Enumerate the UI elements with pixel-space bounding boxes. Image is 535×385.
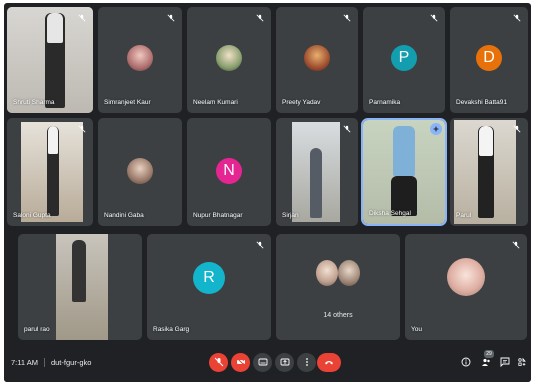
avatar bbox=[338, 260, 360, 286]
mic-off-icon bbox=[255, 240, 264, 249]
participant-tile-preety[interactable]: Preety Yadav bbox=[276, 7, 358, 113]
participant-tile-shruti[interactable]: Shruti Sharma bbox=[7, 7, 93, 113]
participant-tile-diksha[interactable]: Diksha Sehgal bbox=[361, 118, 447, 226]
participant-tile-parnamika[interactable]: P Parnamika bbox=[363, 7, 445, 113]
chat-icon[interactable] bbox=[499, 356, 511, 368]
participant-tile-nupur[interactable]: N Nupur Bhatnagar bbox=[187, 118, 271, 226]
participant-tile-parul[interactable]: Parul bbox=[450, 118, 528, 226]
participant-name: Simranjeet Kaur bbox=[104, 99, 151, 106]
end-call-icon bbox=[324, 354, 334, 372]
avatar: D bbox=[476, 45, 502, 71]
participant-video bbox=[56, 234, 108, 340]
present-icon bbox=[280, 354, 290, 372]
captions-icon bbox=[258, 354, 268, 372]
mic-off-icon bbox=[511, 240, 520, 249]
participant-name: Sirjan bbox=[282, 212, 299, 219]
avatar bbox=[316, 260, 338, 286]
more-options-icon bbox=[302, 354, 312, 372]
participant-name: Shruti Sharma bbox=[13, 99, 55, 106]
others-tile[interactable]: 14 others bbox=[276, 234, 400, 340]
mic-off-icon bbox=[342, 124, 351, 133]
info-icon[interactable] bbox=[460, 356, 472, 368]
participant-video bbox=[363, 120, 445, 224]
participant-name: Parul bbox=[456, 212, 472, 219]
meeting-code: dut-fgur-gko bbox=[50, 358, 92, 367]
participant-tile-parul-rao[interactable]: parul rao bbox=[18, 234, 142, 340]
captions-button[interactable] bbox=[253, 353, 272, 372]
participant-name: Parnamika bbox=[369, 99, 401, 106]
mic-off-icon bbox=[166, 13, 175, 22]
participant-name: Devakshi Batta91 bbox=[456, 99, 507, 106]
mic-off-icon bbox=[512, 13, 521, 22]
pin-icon[interactable] bbox=[430, 123, 442, 135]
participant-name: Nandini Gaba bbox=[104, 212, 144, 219]
participant-name: Rasika Garg bbox=[153, 326, 190, 333]
participant-video bbox=[454, 120, 516, 224]
avatar bbox=[127, 158, 153, 184]
avatar bbox=[127, 45, 153, 71]
bottom-bar: 7:11 AM dut-fgur-gko 29 bbox=[4, 346, 531, 382]
mic-off-icon bbox=[429, 13, 438, 22]
avatar: R bbox=[193, 262, 225, 294]
others-label: 14 others bbox=[323, 312, 353, 319]
meeting-info: 7:11 AM dut-fgur-gko bbox=[11, 358, 91, 367]
participant-name: Saloni Gupta bbox=[13, 212, 51, 219]
meeting-time: 7:11 AM bbox=[11, 358, 38, 367]
avatar: N bbox=[216, 158, 242, 184]
participant-tile-saloni[interactable]: Saloni Gupta bbox=[7, 118, 93, 226]
participant-tile-neelam[interactable]: Neelam Kumari bbox=[187, 7, 271, 113]
participant-tile-nandini[interactable]: Nandini Gaba bbox=[98, 118, 182, 226]
mic-off-icon bbox=[214, 354, 224, 372]
avatar bbox=[304, 45, 330, 71]
mic-off-icon bbox=[77, 124, 86, 133]
participant-name: You bbox=[411, 326, 422, 333]
more-options-button[interactable] bbox=[297, 353, 316, 372]
avatar bbox=[447, 258, 485, 296]
camera-toggle-button[interactable] bbox=[231, 353, 250, 372]
divider bbox=[43, 358, 45, 367]
participant-tile-sirjan[interactable]: Sirjan bbox=[276, 118, 358, 226]
participant-tile-rasika[interactable]: R Rasika Garg bbox=[147, 234, 271, 340]
avatar: P bbox=[391, 45, 417, 71]
meet-screen: Shruti Sharma Simranjeet Kaur Neelam Kum… bbox=[4, 3, 531, 382]
participant-name: Diksha Sehgal bbox=[369, 210, 411, 217]
participant-tile-devakshi[interactable]: D Devakshi Batta91 bbox=[450, 7, 528, 113]
end-call-button[interactable] bbox=[317, 353, 341, 372]
mic-toggle-button[interactable] bbox=[209, 353, 228, 372]
mic-off-icon bbox=[255, 13, 264, 22]
participant-tile-you[interactable]: You bbox=[405, 234, 527, 340]
mic-off-icon bbox=[342, 13, 351, 22]
participant-name: Preety Yadav bbox=[282, 99, 321, 106]
participant-video bbox=[292, 122, 340, 222]
participant-name: Neelam Kumari bbox=[193, 99, 238, 106]
present-button[interactable] bbox=[275, 353, 294, 372]
participant-video bbox=[7, 7, 93, 113]
participant-video bbox=[21, 122, 83, 222]
mic-off-icon bbox=[512, 124, 521, 133]
participant-name: Nupur Bhatnagar bbox=[193, 212, 243, 219]
people-icon[interactable] bbox=[480, 356, 492, 368]
activities-icon[interactable] bbox=[516, 356, 528, 368]
participant-tile-simranjeet[interactable]: Simranjeet Kaur bbox=[98, 7, 182, 113]
participant-name: parul rao bbox=[24, 326, 50, 333]
avatar bbox=[216, 45, 242, 71]
camera-off-icon bbox=[236, 354, 246, 372]
mic-off-icon bbox=[77, 13, 86, 22]
